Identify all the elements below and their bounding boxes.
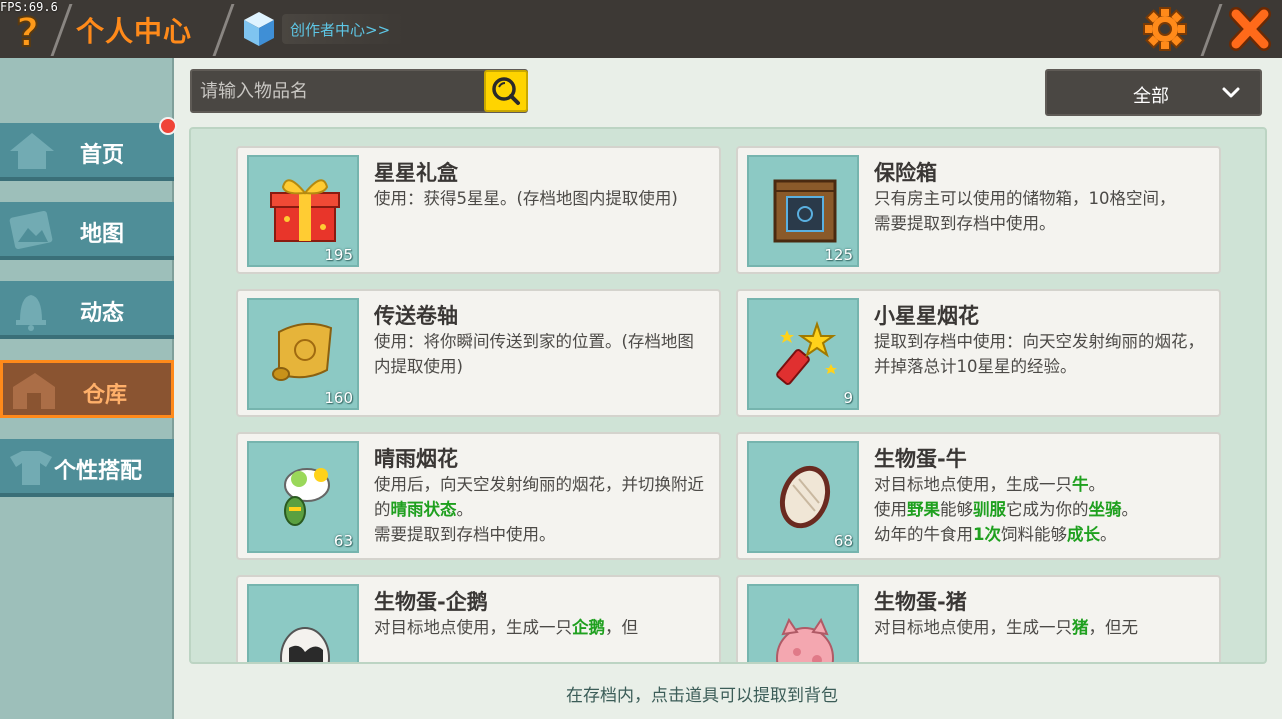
item-thumbnail: 125	[747, 155, 859, 267]
item-name: 保险箱	[874, 161, 937, 185]
gear-icon[interactable]	[1140, 4, 1190, 54]
close-icon[interactable]	[1224, 4, 1276, 54]
search-button[interactable]	[484, 70, 528, 112]
item-name: 生物蛋-企鹅	[374, 590, 488, 614]
item-name: 生物蛋-猪	[874, 590, 967, 614]
item-description: 对目标地点使用，生成一只牛。 使用野果能够驯服它成为你的坐骑。 幼年的牛食用1次饲料…	[874, 475, 1138, 544]
gift-box-icon	[270, 179, 340, 242]
item-thumbnail: 9	[747, 298, 859, 410]
item-thumbnail: 63	[247, 441, 359, 553]
sidebar-item-label: 动态	[80, 301, 125, 326]
item-count: 68	[833, 532, 853, 550]
map-icon	[9, 210, 53, 250]
notification-dot	[159, 117, 177, 135]
item-thumbnail	[747, 584, 859, 662]
item-count: 195	[324, 246, 353, 264]
footer-hint: 在存档内，点击道具可以提取到背包	[566, 686, 838, 706]
search-input[interactable]	[192, 71, 484, 111]
sidebar-item-label: 首页	[80, 143, 125, 168]
creator-center-link[interactable]: 创作者中心>>	[282, 14, 405, 44]
search-icon	[492, 77, 520, 105]
sidebar-item-label: 仓库	[83, 383, 128, 408]
item-card[interactable]: 160 传送卷轴 使用：将你瞬间传送到家的位置。(存档地图内提取使用)	[236, 289, 721, 417]
item-name: 晴雨烟花	[374, 447, 458, 471]
search-bar	[190, 69, 528, 113]
sidebar-item-label: 个性搭配	[54, 459, 143, 484]
item-card[interactable]: 63 晴雨烟花 使用后，向天空发射绚丽的烟花，并切换附近的晴雨状态。 需要提取到存…	[236, 432, 721, 560]
item-card[interactable]: 生物蛋-猪 对目标地点使用，生成一只猪，但无	[736, 575, 1221, 662]
sidebar: 首页 地图 动态 仓库 个性搭配	[0, 58, 174, 719]
page-title: 个人中心	[76, 15, 193, 48]
divider	[1200, 4, 1223, 56]
item-description: 只有房主可以使用的储物箱，10格空间， 需要提取到存档中使用。	[874, 189, 1176, 233]
warehouse-icon	[13, 373, 55, 409]
sidebar-item-map[interactable]: 地图	[0, 202, 174, 260]
safe-box-icon	[773, 179, 837, 243]
item-description: 对目标地点使用，生成一只企鹅，但	[374, 618, 638, 637]
item-name: 小星星烟花	[874, 304, 979, 328]
star-firework-icon	[776, 320, 837, 385]
home-icon	[10, 133, 54, 169]
sidebar-item-label: 地图	[80, 222, 125, 247]
item-grid: 195 星星礼盒 使用：获得5星星。(存档地图内提取使用) 125 保险箱 只有…	[189, 127, 1267, 664]
item-count: 125	[824, 246, 853, 264]
category-filter-dropdown[interactable]: 全部	[1045, 69, 1262, 116]
item-count: 160	[324, 389, 353, 407]
fps-counter: FPS:69.6	[0, 0, 58, 14]
item-count: 63	[333, 532, 353, 550]
item-description: 使用：将你瞬间传送到家的位置。(存档地图内提取使用)	[374, 332, 694, 376]
item-card[interactable]: 195 星星礼盒 使用：获得5星星。(存档地图内提取使用)	[236, 146, 721, 274]
svg-text:?: ?	[16, 10, 39, 54]
cow-egg-icon	[779, 465, 831, 529]
bell-icon	[16, 295, 46, 331]
penguin-egg-icon	[280, 627, 330, 662]
item-description: 使用后，向天空发射绚丽的烟花，并切换附近的晴雨状态。 需要提取到存档中使用。	[374, 475, 704, 544]
item-card[interactable]: 9 小星星烟花 提取到存档中使用：向天空发射绚丽的烟花，并掉落总计10星星的经验…	[736, 289, 1221, 417]
item-description: 提取到存档中使用：向天空发射绚丽的烟花，并掉落总计10星星的经验。	[874, 332, 1204, 376]
item-thumbnail	[247, 584, 359, 662]
top-bar: ? 个人中心 创作者中心>>	[0, 0, 1282, 58]
sidebar-item-home[interactable]: 首页	[0, 123, 174, 181]
item-name: 传送卷轴	[374, 304, 458, 328]
item-description: 对目标地点使用，生成一只猪，但无	[874, 618, 1138, 637]
item-card[interactable]: 68 生物蛋-牛 对目标地点使用，生成一只牛。 使用野果能够驯服它成为你的坐骑。幼…	[736, 432, 1221, 560]
item-thumbnail: 195	[247, 155, 359, 267]
weather-firework-icon	[284, 468, 330, 526]
item-card[interactable]: 125 保险箱 只有房主可以使用的储物箱，10格空间， 需要提取到存档中使用。	[736, 146, 1221, 274]
item-count: 9	[843, 389, 853, 407]
pig-egg-icon	[776, 617, 834, 662]
item-thumbnail: 160	[247, 298, 359, 410]
item-name: 生物蛋-牛	[874, 447, 967, 471]
item-thumbnail: 68	[747, 441, 859, 553]
sidebar-item-activity[interactable]: 动态	[0, 281, 174, 339]
scroll-icon	[272, 322, 333, 381]
sidebar-item-warehouse[interactable]: 仓库	[0, 360, 174, 418]
outfit-icon	[10, 451, 52, 485]
item-card[interactable]: 生物蛋-企鹅 对目标地点使用，生成一只企鹅，但	[236, 575, 721, 662]
sidebar-item-outfit[interactable]: 个性搭配	[0, 439, 174, 497]
filter-selected-value: 全部	[1133, 86, 1169, 107]
chevron-down-icon	[1222, 87, 1240, 98]
item-description: 使用：获得5星星。(存档地图内提取使用)	[374, 189, 678, 208]
item-name: 星星礼盒	[374, 161, 458, 185]
cube-icon	[244, 12, 274, 46]
divider	[212, 4, 235, 56]
